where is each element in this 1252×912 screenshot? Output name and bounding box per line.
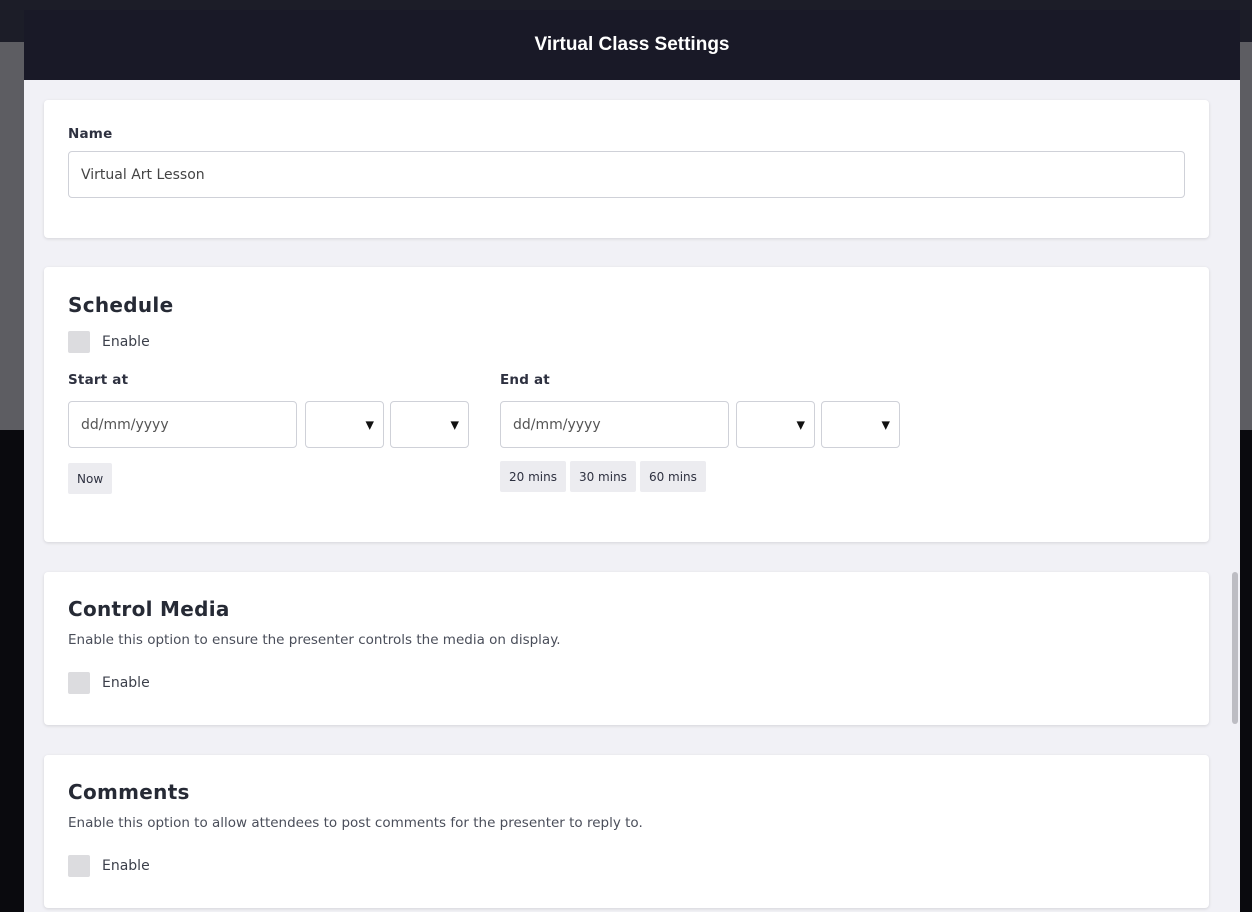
control-media-enable-label: Enable bbox=[102, 675, 150, 691]
comments-enable-label: Enable bbox=[102, 858, 150, 874]
caret-down-icon: ▼ bbox=[796, 418, 805, 431]
caret-down-icon: ▼ bbox=[365, 418, 374, 431]
comments-enable-row[interactable]: Enable bbox=[68, 855, 150, 877]
scrollbar-track[interactable] bbox=[1231, 80, 1237, 912]
60-mins-button[interactable]: 60 mins bbox=[639, 461, 706, 492]
name-input-value: Virtual Art Lesson bbox=[81, 166, 205, 183]
control-media-card: Control Media Enable this option to ensu… bbox=[44, 572, 1209, 725]
end-minute-select[interactable]: ▼ bbox=[821, 401, 900, 448]
start-quick-buttons: Now bbox=[68, 463, 113, 494]
schedule-title: Schedule bbox=[68, 293, 174, 317]
end-date-input[interactable]: dd/mm/yyyy bbox=[500, 401, 729, 448]
30-mins-button[interactable]: 30 mins bbox=[569, 461, 636, 492]
name-label: Name bbox=[68, 126, 113, 142]
control-media-enable-row[interactable]: Enable bbox=[68, 672, 150, 694]
schedule-card: Schedule Enable Start at dd/mm/yyyy ▼ ▼ … bbox=[44, 267, 1209, 542]
comments-enable-checkbox[interactable] bbox=[68, 855, 90, 877]
20-mins-button[interactable]: 20 mins bbox=[500, 461, 566, 492]
start-date-placeholder: dd/mm/yyyy bbox=[81, 416, 169, 433]
end-quick-buttons: 20 mins 30 mins 60 mins bbox=[500, 461, 706, 492]
caret-down-icon: ▼ bbox=[881, 418, 890, 431]
start-date-input[interactable]: dd/mm/yyyy bbox=[68, 401, 297, 448]
schedule-enable-checkbox[interactable] bbox=[68, 331, 90, 353]
name-card: Name Virtual Art Lesson bbox=[44, 100, 1209, 238]
scrollbar-thumb[interactable] bbox=[1232, 572, 1238, 724]
modal-body[interactable]: Name Virtual Art Lesson Schedule Enable … bbox=[24, 80, 1240, 912]
modal-header: Virtual Class Settings bbox=[24, 10, 1240, 80]
comments-card: Comments Enable this option to allow att… bbox=[44, 755, 1209, 908]
now-button[interactable]: Now bbox=[68, 463, 113, 494]
comments-title: Comments bbox=[68, 780, 190, 804]
schedule-enable-label: Enable bbox=[102, 334, 150, 350]
start-at-label: Start at bbox=[68, 372, 129, 388]
end-at-label: End at bbox=[500, 372, 550, 388]
name-input[interactable]: Virtual Art Lesson bbox=[68, 151, 1185, 198]
caret-down-icon: ▼ bbox=[450, 418, 459, 431]
control-media-enable-checkbox[interactable] bbox=[68, 672, 90, 694]
virtual-class-settings-modal: Virtual Class Settings Name Virtual Art … bbox=[24, 10, 1240, 912]
control-media-title: Control Media bbox=[68, 597, 230, 621]
start-minute-select[interactable]: ▼ bbox=[390, 401, 469, 448]
control-media-description: Enable this option to ensure the present… bbox=[68, 632, 561, 648]
modal-title: Virtual Class Settings bbox=[534, 34, 730, 55]
schedule-enable-row[interactable]: Enable bbox=[68, 331, 150, 353]
end-date-placeholder: dd/mm/yyyy bbox=[513, 416, 601, 433]
end-hour-select[interactable]: ▼ bbox=[736, 401, 815, 448]
comments-description: Enable this option to allow attendees to… bbox=[68, 815, 643, 831]
start-hour-select[interactable]: ▼ bbox=[305, 401, 384, 448]
